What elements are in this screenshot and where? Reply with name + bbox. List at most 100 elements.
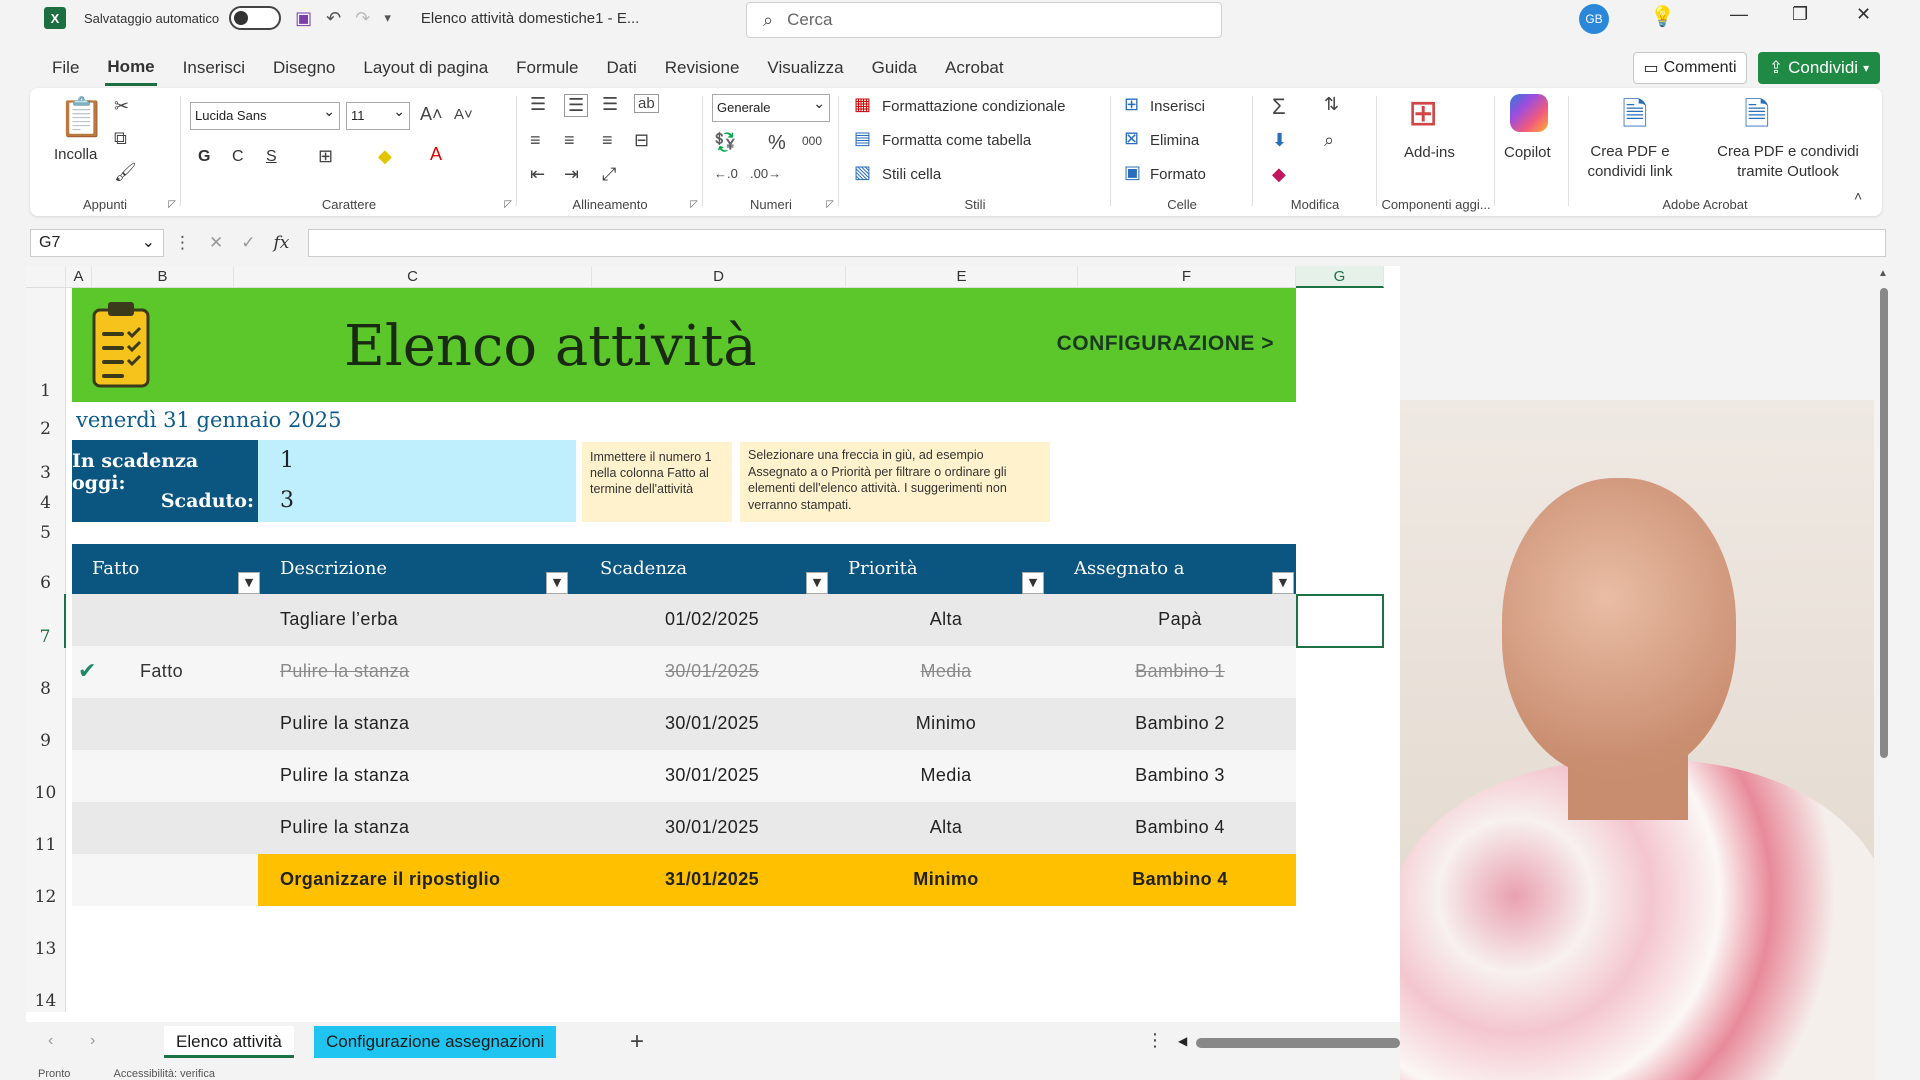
row-header-13[interactable]: 13 xyxy=(26,908,66,960)
borders-icon[interactable]: ⊞ xyxy=(318,146,333,167)
align-right-icon[interactable]: ≡ xyxy=(602,130,613,151)
overdue-value[interactable]: 3 xyxy=(280,488,294,513)
filter-dropdown-icon[interactable]: ▼ xyxy=(546,572,568,594)
tab-guida[interactable]: Guida xyxy=(870,52,919,84)
pdf-link-icon[interactable]: 🗎 xyxy=(1622,92,1648,146)
redo-icon[interactable]: ↷ xyxy=(355,8,370,29)
more-options-icon[interactable]: ⋮ xyxy=(1146,1030,1164,1051)
thousands-separator-icon[interactable]: 000 xyxy=(802,134,822,148)
vertical-scrollbar[interactable]: ▲ xyxy=(1874,266,1894,1022)
find-select-icon[interactable]: ⌕ xyxy=(1324,130,1334,151)
column-header-g[interactable]: G xyxy=(1296,266,1384,288)
align-left-icon[interactable]: ≡ xyxy=(530,130,541,151)
cell-due[interactable]: 01/02/2025 xyxy=(665,609,759,630)
decrease-decimal-icon[interactable]: .00→ xyxy=(750,166,781,181)
row-header-1[interactable]: 1 xyxy=(26,288,66,402)
currency-icon[interactable]: 💱 xyxy=(714,132,736,153)
font-name-select[interactable]: Lucida Sans xyxy=(190,102,340,130)
minimize-icon[interactable]: — xyxy=(1730,4,1748,25)
merge-center-icon[interactable]: ⊟ xyxy=(634,130,649,151)
table-row[interactable]: Pulire la stanza 30/01/2025 Minimo Bambino … xyxy=(72,698,1296,750)
cell-desc[interactable]: Tagliare l’erba xyxy=(280,609,398,630)
insert-button[interactable]: Inserisci xyxy=(1150,98,1205,115)
customize-qat-icon[interactable]: ▾ xyxy=(384,10,391,26)
cell-assigned[interactable]: Bambino 4 xyxy=(1135,817,1225,838)
increase-decimal-icon[interactable]: ←.0 xyxy=(714,166,738,181)
row-header-8[interactable]: 8 xyxy=(26,648,66,700)
row-header-6[interactable]: 6 xyxy=(26,544,66,594)
row-header-9[interactable]: 9 xyxy=(26,700,66,752)
column-header-e[interactable]: E xyxy=(846,266,1078,288)
cell-priority[interactable]: Alta xyxy=(930,817,963,838)
done-cell[interactable]: Fatto xyxy=(140,661,183,682)
number-format-select[interactable]: Generale xyxy=(712,94,830,122)
restore-icon[interactable]: ❐ xyxy=(1792,4,1808,25)
name-box[interactable]: G7 xyxy=(30,229,164,257)
configuration-link[interactable]: CONFIGURAZIONE > xyxy=(1057,332,1274,356)
underline-button[interactable]: S xyxy=(266,148,277,166)
cell-assigned[interactable]: Bambino 1 xyxy=(1135,661,1225,682)
cell-due[interactable]: 30/01/2025 xyxy=(665,713,759,734)
dialog-launcher-icon[interactable]: ◸ xyxy=(690,199,698,210)
align-center-icon[interactable]: ≡ xyxy=(564,130,575,151)
align-bottom-icon[interactable]: ☰ xyxy=(602,94,618,115)
cell-priority[interactable]: Minimo xyxy=(916,713,976,734)
row-header-5[interactable]: 5 xyxy=(26,514,66,544)
sort-filter-icon[interactable]: ⇅ xyxy=(1324,94,1339,115)
cell-assigned[interactable]: Bambino 2 xyxy=(1135,713,1225,734)
delete-button[interactable]: Elimina xyxy=(1150,132,1199,149)
addins-button[interactable]: Add-ins xyxy=(1404,144,1455,161)
filter-dropdown-icon[interactable]: ▼ xyxy=(806,572,828,594)
tab-formule[interactable]: Formule xyxy=(514,52,580,84)
cell-due[interactable]: 30/01/2025 xyxy=(665,765,759,786)
cell-due[interactable]: 30/01/2025 xyxy=(665,817,759,838)
autosave-toggle[interactable] xyxy=(229,6,282,30)
column-header-c[interactable]: C xyxy=(234,266,592,288)
conditional-formatting-button[interactable]: Formattazione condizionale xyxy=(882,98,1065,115)
fill-icon[interactable]: ⬇ xyxy=(1272,130,1287,151)
copilot-icon[interactable] xyxy=(1510,94,1548,132)
cell-due[interactable]: 30/01/2025 xyxy=(665,661,759,682)
format-as-table-button[interactable]: Formatta come tabella xyxy=(882,132,1031,149)
clear-icon[interactable]: ◆ xyxy=(1272,164,1286,185)
close-icon[interactable]: ✕ xyxy=(1856,4,1871,25)
increase-font-icon[interactable]: A˄ xyxy=(420,104,443,125)
cell-desc[interactable]: Pulire la stanza xyxy=(280,713,409,734)
row-header-3[interactable]: 3 xyxy=(26,440,66,484)
table-row[interactable]: Organizzare il ripostiglio 31/01/2025 Mini… xyxy=(72,854,1296,906)
addins-icon[interactable]: ⊞ xyxy=(1408,92,1438,134)
column-header-d[interactable]: D xyxy=(592,266,846,288)
cancel-icon[interactable]: ✕ xyxy=(209,233,223,253)
row-header-4[interactable]: 4 xyxy=(26,484,66,514)
decrease-indent-icon[interactable]: ⇤ xyxy=(530,164,545,185)
insert-function-button[interactable]: fx xyxy=(274,233,290,253)
collapse-ribbon-icon[interactable]: ˄ xyxy=(1854,188,1862,204)
decrease-font-icon[interactable]: A˅ xyxy=(454,106,473,123)
select-all-corner[interactable] xyxy=(26,266,66,288)
increase-indent-icon[interactable]: ⇥ xyxy=(564,164,579,185)
cell-assigned[interactable]: Bambino 3 xyxy=(1135,765,1225,786)
bold-button[interactable]: G xyxy=(198,148,210,166)
align-middle-icon[interactable]: ☰ xyxy=(564,94,589,117)
align-top-icon[interactable]: ☰ xyxy=(530,94,546,115)
scroll-up-icon[interactable]: ▲ xyxy=(1878,268,1888,279)
tab-inserisci[interactable]: Inserisci xyxy=(181,52,247,84)
tab-revisione[interactable]: Revisione xyxy=(663,52,742,84)
column-header-b[interactable]: B xyxy=(92,266,234,288)
paste-button[interactable]: Incolla xyxy=(54,146,97,163)
row-header-7[interactable]: 7 xyxy=(26,594,66,648)
table-row[interactable]: Tagliare l’erba 01/02/2025 Alta Papà xyxy=(72,594,1296,646)
search-input[interactable]: ⌕ Cerca xyxy=(746,2,1222,38)
tab-disegno[interactable]: Disegno xyxy=(271,52,337,84)
sheet-tab-configurazione[interactable]: Configurazione assegnazioni xyxy=(314,1026,557,1058)
font-color-icon[interactable]: A xyxy=(430,144,442,165)
filter-dropdown-icon[interactable]: ▼ xyxy=(1272,572,1294,594)
tab-layout-di-pagina[interactable]: Layout di pagina xyxy=(361,52,490,84)
dialog-launcher-icon[interactable]: ◸ xyxy=(168,199,176,210)
dialog-launcher-icon[interactable]: ◸ xyxy=(504,199,512,210)
table-row[interactable]: ✔ Fatto Pulire la stanza 30/01/2025 Media Bam… xyxy=(72,646,1296,698)
cell-desc[interactable]: Pulire la stanza xyxy=(280,661,409,682)
scroll-left-icon[interactable]: ◀ xyxy=(1178,1034,1187,1048)
formula-input[interactable] xyxy=(308,229,1886,257)
more-icon[interactable]: ⋮ xyxy=(174,233,191,253)
